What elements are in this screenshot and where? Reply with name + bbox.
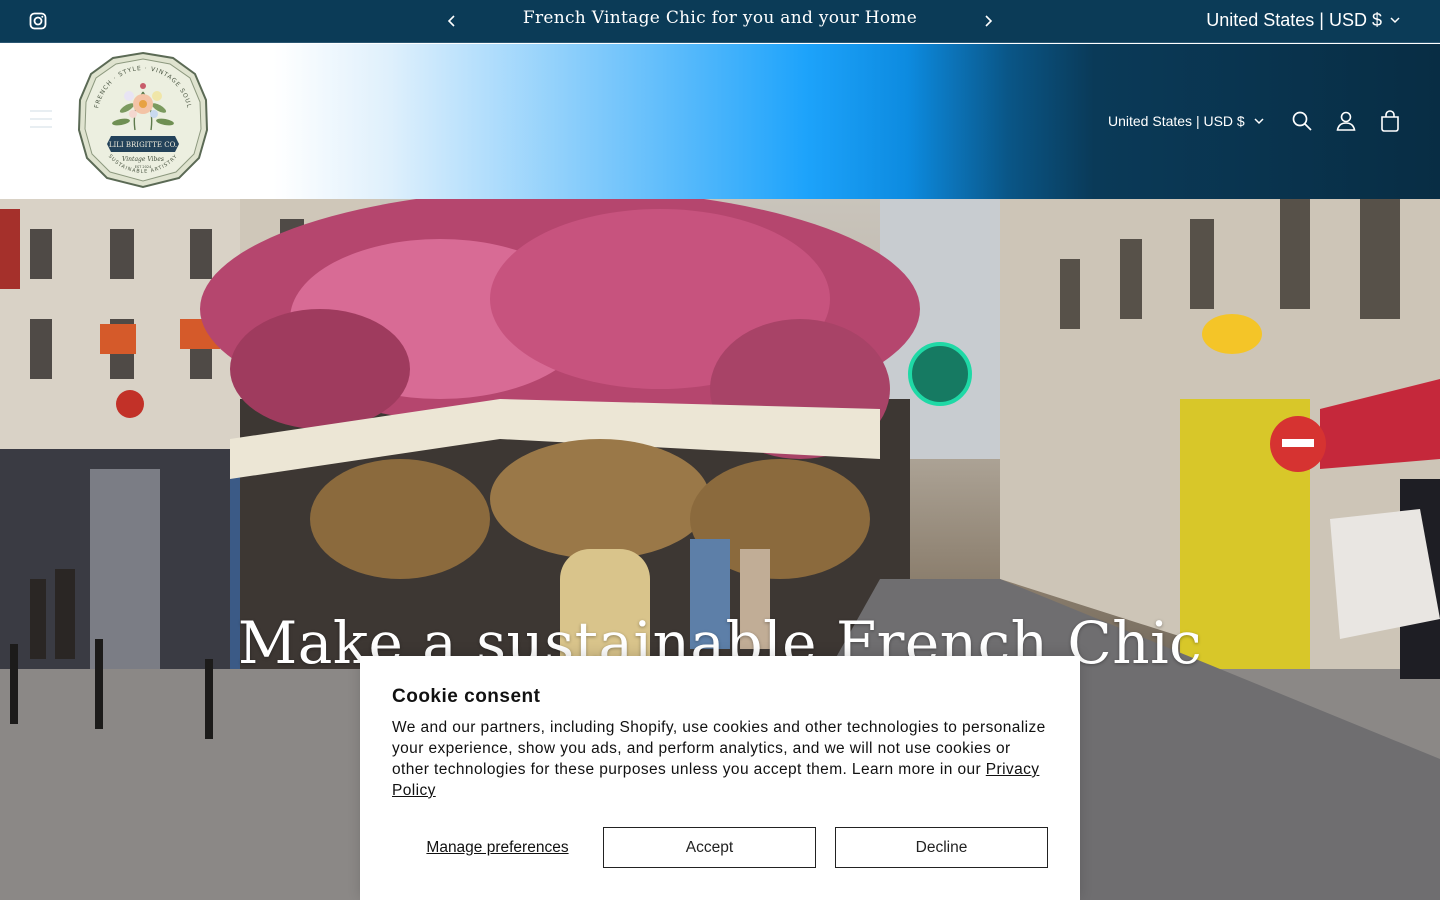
announcement-bar: French Vintage Chic for you and your Hom…: [0, 0, 1440, 43]
decline-button[interactable]: Decline: [835, 827, 1048, 868]
chevron-left-icon[interactable]: [445, 13, 459, 29]
country-selector-top[interactable]: United States | USD $: [1206, 10, 1400, 31]
cookie-title: Cookie consent: [392, 686, 541, 707]
chevron-down-icon: [1254, 117, 1264, 124]
cookie-body: We and our partners, including Shopify, …: [392, 717, 1052, 801]
manage-preferences-button[interactable]: Manage preferences: [392, 827, 603, 868]
cart-icon[interactable]: [1378, 109, 1402, 133]
accept-button[interactable]: Accept: [603, 827, 816, 868]
cookie-body-text: We and our partners, including Shopify, …: [392, 719, 1046, 778]
country-selector-label: United States | USD $: [1206, 10, 1382, 30]
svg-text:Vintage Vibes: Vintage Vibes: [122, 156, 164, 163]
brand-logo[interactable]: FRENCH · STYLE · VINTAGE SOUL LILI BRIGI…: [75, 50, 211, 190]
cookie-actions: Manage preferences Accept Decline: [392, 827, 1048, 868]
site-header: FRENCH · STYLE · VINTAGE SOUL LILI BRIGI…: [0, 44, 1440, 199]
cookie-consent-banner: Cookie consent We and our partners, incl…: [360, 656, 1080, 900]
instagram-icon[interactable]: [29, 12, 47, 30]
svg-text:LILI BRIGITTE CO.: LILI BRIGITTE CO.: [109, 141, 177, 149]
account-icon[interactable]: [1334, 109, 1358, 133]
country-selector-header[interactable]: United States | USD $: [1108, 113, 1264, 129]
search-icon[interactable]: [1290, 109, 1314, 133]
chevron-right-icon[interactable]: [981, 13, 995, 29]
chevron-down-icon: [1390, 17, 1400, 24]
country-selector-label: United States | USD $: [1108, 113, 1245, 129]
announcement-message: French Vintage Chic for you and your Hom…: [522, 8, 918, 28]
hamburger-icon[interactable]: [30, 110, 52, 128]
